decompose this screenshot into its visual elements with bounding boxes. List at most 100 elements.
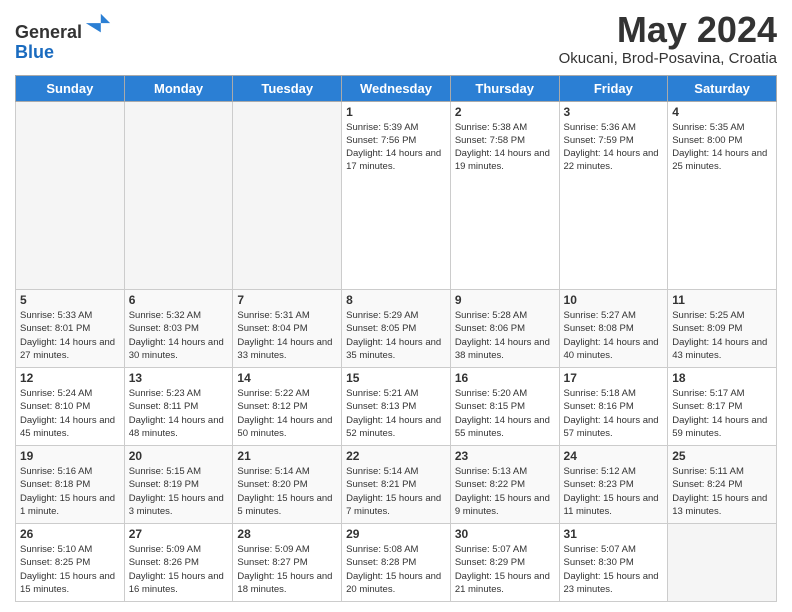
logo: General Blue — [15, 10, 112, 63]
calendar-page: General Blue May 2024 Okucani, Brod-Posa… — [0, 0, 792, 612]
day-number: 30 — [455, 527, 555, 541]
day-number: 2 — [455, 105, 555, 119]
day-info: Sunrise: 5:20 AMSunset: 8:15 PMDaylight:… — [455, 387, 555, 440]
calendar-cell: 7Sunrise: 5:31 AMSunset: 8:04 PMDaylight… — [233, 290, 342, 368]
calendar-cell: 15 Sunrise: 5:21 AMSunset: 8:13 PMDayligh… — [342, 368, 451, 446]
day-header-monday: Monday — [124, 75, 233, 101]
day-info: Sunrise: 5:09 AMSunset: 8:27 PMDaylight:… — [237, 543, 337, 596]
day-info: Sunrise: 5:23 AMSunset: 8:11 PMDaylight:… — [129, 387, 229, 440]
calendar-cell — [233, 101, 342, 289]
calendar-cell: 5 Sunrise: 5:33 AMSunset: 8:01 PMDaylight… — [16, 290, 125, 368]
day-number: 31 — [564, 527, 664, 541]
calendar-cell: 25Sunrise: 5:11 AMSunset: 8:24 PMDayligh… — [668, 446, 777, 524]
calendar-cell — [16, 101, 125, 289]
day-number: 4 — [672, 105, 772, 119]
location-title: Okucani, Brod-Posavina, Croatia — [559, 50, 777, 67]
day-number: 20 — [129, 449, 229, 463]
week-row-2: 5 Sunrise: 5:33 AMSunset: 8:01 PMDaylight… — [16, 290, 777, 368]
calendar-cell: 14Sunrise: 5:22 AMSunset: 8:12 PMDayligh… — [233, 368, 342, 446]
calendar-cell: 3Sunrise: 5:36 AMSunset: 7:59 PMDaylight… — [559, 101, 668, 289]
calendar-cell: 20 Sunrise: 5:15 AMSunset: 8:19 PMDayligh… — [124, 446, 233, 524]
day-info: Sunrise: 5:14 AMSunset: 8:21 PMDaylight:… — [346, 465, 446, 518]
day-number: 8 — [346, 293, 446, 307]
day-number: 26 — [20, 527, 120, 541]
calendar-cell: 27 Sunrise: 5:09 AMSunset: 8:26 PMDayligh… — [124, 524, 233, 602]
day-info: Sunrise: 5:12 AMSunset: 8:23 PMDaylight:… — [564, 465, 664, 518]
day-number: 15 — [346, 371, 446, 385]
title-block: May 2024 Okucani, Brod-Posavina, Croatia — [559, 10, 777, 67]
logo-icon — [84, 10, 112, 38]
day-number: 23 — [455, 449, 555, 463]
day-number: 12 — [20, 371, 120, 385]
calendar-cell: 9 Sunrise: 5:28 AMSunset: 8:06 PMDaylight… — [450, 290, 559, 368]
day-info: Sunrise: 5:17 AMSunset: 8:17 PMDaylight:… — [672, 387, 772, 440]
day-info: Sunrise: 5:39 AMSunset: 7:56 PMDaylight:… — [346, 121, 446, 174]
day-header-thursday: Thursday — [450, 75, 559, 101]
calendar-cell: 23 Sunrise: 5:13 AMSunset: 8:22 PMDayligh… — [450, 446, 559, 524]
calendar-cell: 16 Sunrise: 5:20 AMSunset: 8:15 PMDayligh… — [450, 368, 559, 446]
day-number: 13 — [129, 371, 229, 385]
day-number: 27 — [129, 527, 229, 541]
day-number: 11 — [672, 293, 772, 307]
week-row-3: 12Sunrise: 5:24 AMSunset: 8:10 PMDayligh… — [16, 368, 777, 446]
calendar-cell: 30 Sunrise: 5:07 AMSunset: 8:29 PMDayligh… — [450, 524, 559, 602]
days-of-week-row: SundayMondayTuesdayWednesdayThursdayFrid… — [16, 75, 777, 101]
day-number: 6 — [129, 293, 229, 307]
day-info: Sunrise: 5:38 AMSunset: 7:58 PMDaylight:… — [455, 121, 555, 174]
day-header-saturday: Saturday — [668, 75, 777, 101]
day-header-sunday: Sunday — [16, 75, 125, 101]
calendar-cell — [668, 524, 777, 602]
calendar-cell: 24 Sunrise: 5:12 AMSunset: 8:23 PMDayligh… — [559, 446, 668, 524]
day-info: Sunrise: 5:16 AMSunset: 8:18 PMDaylight:… — [20, 465, 120, 518]
day-info: Sunrise: 5:13 AMSunset: 8:22 PMDaylight:… — [455, 465, 555, 518]
day-number: 29 — [346, 527, 446, 541]
calendar-cell: 29 Sunrise: 5:08 AMSunset: 8:28 PMDayligh… — [342, 524, 451, 602]
day-info: Sunrise: 5:07 AMSunset: 8:29 PMDaylight:… — [455, 543, 555, 596]
day-number: 10 — [564, 293, 664, 307]
week-row-5: 26 Sunrise: 5:10 AMSunset: 8:25 PMDayligh… — [16, 524, 777, 602]
day-number: 1 — [346, 105, 446, 119]
day-number: 28 — [237, 527, 337, 541]
day-number: 25 — [672, 449, 772, 463]
calendar-cell: 8 Sunrise: 5:29 AMSunset: 8:05 PMDaylight… — [342, 290, 451, 368]
month-title: May 2024 — [559, 10, 777, 50]
logo-blue-text: Blue — [15, 42, 54, 62]
day-info: Sunrise: 5:36 AMSunset: 7:59 PMDaylight:… — [564, 121, 664, 174]
day-info: Sunrise: 5:09 AMSunset: 8:26 PMDaylight:… — [129, 543, 229, 596]
calendar-cell: 11 Sunrise: 5:25 AMSunset: 8:09 PMDayligh… — [668, 290, 777, 368]
day-info: Sunrise: 5:32 AMSunset: 8:03 PMDaylight:… — [129, 309, 229, 362]
day-info: Sunrise: 5:18 AMSunset: 8:16 PMDaylight:… — [564, 387, 664, 440]
page-header: General Blue May 2024 Okucani, Brod-Posa… — [15, 10, 777, 67]
calendar-cell: 1 Sunrise: 5:39 AMSunset: 7:56 PMDaylight… — [342, 101, 451, 289]
logo-general-text: General — [15, 22, 82, 42]
day-number: 24 — [564, 449, 664, 463]
calendar-cell: 18Sunrise: 5:17 AMSunset: 8:17 PMDayligh… — [668, 368, 777, 446]
calendar-cell: 10 Sunrise: 5:27 AMSunset: 8:08 PMDayligh… — [559, 290, 668, 368]
day-number: 16 — [455, 371, 555, 385]
day-info: Sunrise: 5:33 AMSunset: 8:01 PMDaylight:… — [20, 309, 120, 362]
day-info: Sunrise: 5:10 AMSunset: 8:25 PMDaylight:… — [20, 543, 120, 596]
day-info: Sunrise: 5:08 AMSunset: 8:28 PMDaylight:… — [346, 543, 446, 596]
week-row-1: 1 Sunrise: 5:39 AMSunset: 7:56 PMDaylight… — [16, 101, 777, 289]
day-info: Sunrise: 5:14 AMSunset: 8:20 PMDaylight:… — [237, 465, 337, 518]
day-info: Sunrise: 5:15 AMSunset: 8:19 PMDaylight:… — [129, 465, 229, 518]
day-info: Sunrise: 5:07 AMSunset: 8:30 PMDaylight:… — [564, 543, 664, 596]
day-info: Sunrise: 5:27 AMSunset: 8:08 PMDaylight:… — [564, 309, 664, 362]
day-number: 14 — [237, 371, 337, 385]
day-number: 22 — [346, 449, 446, 463]
day-info: Sunrise: 5:28 AMSunset: 8:06 PMDaylight:… — [455, 309, 555, 362]
day-header-friday: Friday — [559, 75, 668, 101]
day-number: 5 — [20, 293, 120, 307]
day-number: 21 — [237, 449, 337, 463]
calendar-cell: 2 Sunrise: 5:38 AMSunset: 7:58 PMDaylight… — [450, 101, 559, 289]
day-info: Sunrise: 5:29 AMSunset: 8:05 PMDaylight:… — [346, 309, 446, 362]
calendar-table: SundayMondayTuesdayWednesdayThursdayFrid… — [15, 75, 777, 602]
calendar-cell: 12Sunrise: 5:24 AMSunset: 8:10 PMDayligh… — [16, 368, 125, 446]
calendar-cell: 26 Sunrise: 5:10 AMSunset: 8:25 PMDayligh… — [16, 524, 125, 602]
calendar-cell — [124, 101, 233, 289]
day-info: Sunrise: 5:25 AMSunset: 8:09 PMDaylight:… — [672, 309, 772, 362]
day-info: Sunrise: 5:21 AMSunset: 8:13 PMDaylight:… — [346, 387, 446, 440]
day-info: Sunrise: 5:35 AMSunset: 8:00 PMDaylight:… — [672, 121, 772, 174]
week-row-4: 19Sunrise: 5:16 AMSunset: 8:18 PMDayligh… — [16, 446, 777, 524]
day-number: 9 — [455, 293, 555, 307]
